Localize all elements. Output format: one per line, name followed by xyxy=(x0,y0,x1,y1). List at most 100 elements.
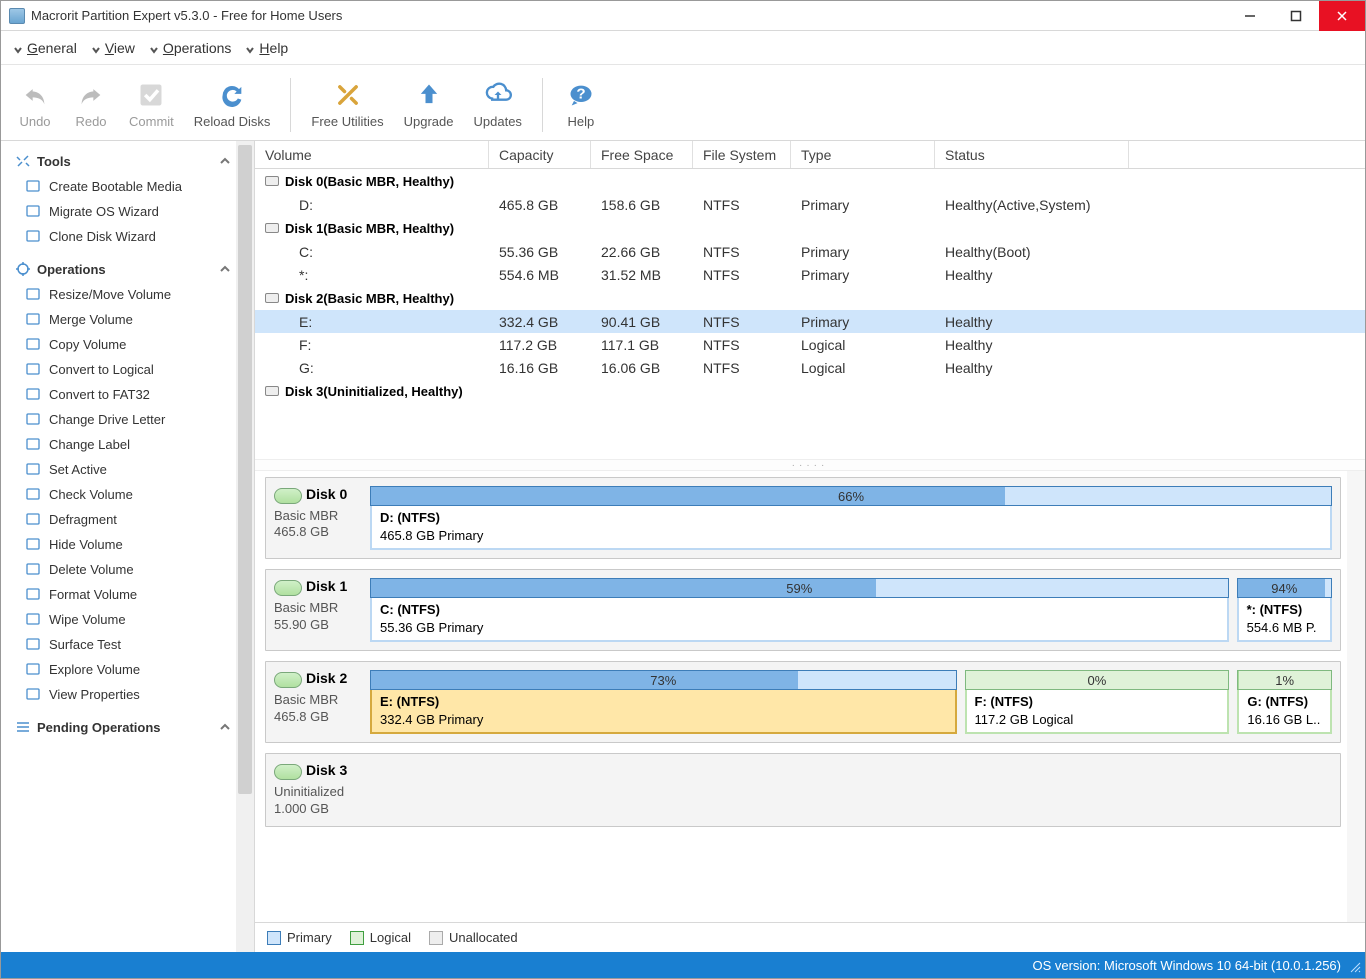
legend-unallocated: Unallocated xyxy=(429,930,518,946)
ops-item[interactable]: Surface Test xyxy=(23,633,248,655)
menu-general[interactable]: General xyxy=(7,36,83,60)
menu-operations[interactable]: Operations xyxy=(143,36,237,60)
item-icon xyxy=(25,536,41,552)
ops-item[interactable]: Explore Volume xyxy=(23,658,248,680)
ops-item[interactable]: Resize/Move Volume xyxy=(23,283,248,305)
partition-pct: 59% xyxy=(786,581,812,596)
disk-header-row[interactable]: Disk 0(Basic MBR, Healthy) xyxy=(255,169,1365,193)
item-label: Surface Test xyxy=(49,637,121,652)
partition[interactable]: ⚑66%D: (NTFS)465.8 GB Primary xyxy=(370,486,1332,550)
ops-item[interactable]: Hide Volume xyxy=(23,533,248,555)
ops-item[interactable]: Defragment xyxy=(23,508,248,530)
ops-item[interactable]: Copy Volume xyxy=(23,333,248,355)
tools-title: Tools xyxy=(37,154,71,169)
toolbar-label: Updates xyxy=(474,114,522,129)
col-type[interactable]: Type xyxy=(791,141,935,168)
splitter[interactable]: ····· xyxy=(255,459,1365,471)
disk-name: Disk 3 xyxy=(306,762,347,778)
item-label: Copy Volume xyxy=(49,337,126,352)
ops-item[interactable]: Change Drive Letter xyxy=(23,408,248,430)
disk-header-row[interactable]: Disk 2(Basic MBR, Healthy) xyxy=(255,286,1365,310)
operations-header[interactable]: Operations xyxy=(15,255,248,283)
cell-free: 117.1 GB xyxy=(591,337,693,353)
operations-icon xyxy=(15,261,31,277)
item-icon xyxy=(25,636,41,652)
cell-free: 158.6 GB xyxy=(591,197,693,213)
partition[interactable]: 94%*: (NTFS)554.6 MB P. xyxy=(1237,578,1332,642)
disk-icon xyxy=(274,764,302,780)
item-label: Clone Disk Wizard xyxy=(49,229,156,244)
partition-usage-bar: 94% xyxy=(1237,578,1332,598)
col-status[interactable]: Status xyxy=(935,141,1129,168)
cell-type: Primary xyxy=(791,267,935,283)
minimize-button[interactable] xyxy=(1227,1,1273,31)
disk-header-label: Disk 0(Basic MBR, Healthy) xyxy=(285,174,454,189)
item-icon xyxy=(25,611,41,627)
disk-sub: Basic MBR465.8 GB xyxy=(274,508,360,542)
toolbar-updates[interactable]: Updates xyxy=(464,76,532,133)
tools-header[interactable]: Tools xyxy=(15,147,248,175)
disk-name: Disk 1 xyxy=(306,578,347,594)
ops-item[interactable]: Delete Volume xyxy=(23,558,248,580)
toolbar-freeutil[interactable]: Free Utilities xyxy=(301,76,393,133)
item-label: Explore Volume xyxy=(49,662,140,677)
ops-item[interactable]: Format Volume xyxy=(23,583,248,605)
partition-pct: 0% xyxy=(1088,673,1107,688)
partition-container: ⚑66%D: (NTFS)465.8 GB Primary xyxy=(370,486,1332,550)
volume-row[interactable]: *:554.6 MB31.52 MBNTFSPrimaryHealthy xyxy=(255,263,1365,286)
ops-item[interactable]: View Properties xyxy=(23,683,248,705)
pending-header[interactable]: Pending Operations xyxy=(15,713,248,741)
cell-free: 90.41 GB xyxy=(591,314,693,330)
ops-item[interactable]: Convert to Logical xyxy=(23,358,248,380)
resize-grip-icon[interactable] xyxy=(1347,959,1361,976)
disk-card: Disk 2Basic MBR465.8 GB73%E: (NTFS)332.4… xyxy=(265,661,1341,743)
disk-card: Disk 3Uninitialized1.000 GB xyxy=(265,753,1341,826)
cell-capacity: 117.2 GB xyxy=(489,337,591,353)
section-tools: Tools Create Bootable Media Migrate OS Wi… xyxy=(15,147,248,247)
toolbar-reload[interactable]: Reload Disks xyxy=(184,76,281,133)
col-free-space[interactable]: Free Space xyxy=(591,141,693,168)
partition[interactable]: 73%E: (NTFS)332.4 GB Primary xyxy=(370,670,957,734)
item-icon xyxy=(25,228,41,244)
partition-container: 73%E: (NTFS)332.4 GB Primary0%F: (NTFS)1… xyxy=(370,670,1332,734)
disk-header-row[interactable]: Disk 3(Uninitialized, Healthy) xyxy=(255,379,1365,403)
col-capacity[interactable]: Capacity xyxy=(489,141,591,168)
toolbar-help[interactable]: ?Help xyxy=(553,76,609,133)
ops-item[interactable]: Wipe Volume xyxy=(23,608,248,630)
cell-status: Healthy xyxy=(935,337,1129,353)
disk-header-row[interactable]: Disk 1(Basic MBR, Healthy) xyxy=(255,216,1365,240)
volume-row[interactable]: F:117.2 GB117.1 GBNTFSLogicalHealthy xyxy=(255,333,1365,356)
cell-volume: D: xyxy=(255,197,489,213)
toolbar-upgrade[interactable]: Upgrade xyxy=(394,76,464,133)
col-volume[interactable]: Volume xyxy=(255,141,489,168)
partition[interactable]: 59%C: (NTFS)55.36 GB Primary xyxy=(370,578,1229,642)
maximize-button[interactable] xyxy=(1273,1,1319,31)
volume-row[interactable]: G:16.16 GB16.06 GBNTFSLogicalHealthy xyxy=(255,356,1365,379)
tools-item[interactable]: Clone Disk Wizard xyxy=(23,225,248,247)
ops-item[interactable]: Change Label xyxy=(23,433,248,455)
menu-help[interactable]: Help xyxy=(239,36,294,60)
partition[interactable]: 1%G: (NTFS)16.16 GB L.. xyxy=(1237,670,1332,734)
ops-item[interactable]: Check Volume xyxy=(23,483,248,505)
ops-item[interactable]: Convert to FAT32 xyxy=(23,383,248,405)
ops-item[interactable]: Merge Volume xyxy=(23,308,248,330)
partition[interactable]: 0%F: (NTFS)117.2 GB Logical xyxy=(965,670,1230,734)
section-pending: Pending Operations xyxy=(15,713,248,741)
map-scrollbar[interactable] xyxy=(1347,471,1365,922)
volume-row[interactable]: C:55.36 GB22.66 GBNTFSPrimaryHealthy(Boo… xyxy=(255,240,1365,263)
item-label: View Properties xyxy=(49,687,140,702)
cell-status: Healthy(Active,System) xyxy=(935,197,1129,213)
ops-item[interactable]: Set Active xyxy=(23,458,248,480)
item-icon xyxy=(25,511,41,527)
chevron-down-icon xyxy=(245,43,255,53)
col-file-system[interactable]: File System xyxy=(693,141,791,168)
menu-view[interactable]: View xyxy=(85,36,141,60)
volume-row[interactable]: E:332.4 GB90.41 GBNTFSPrimaryHealthy xyxy=(255,310,1365,333)
sidebar-scrollbar[interactable] xyxy=(236,141,254,952)
toolbar-undo: Undo xyxy=(7,76,63,133)
freeutil-icon xyxy=(333,80,363,110)
close-button[interactable] xyxy=(1319,1,1365,31)
volume-row[interactable]: D:465.8 GB158.6 GBNTFSPrimaryHealthy(Act… xyxy=(255,193,1365,216)
tools-item[interactable]: Create Bootable Media xyxy=(23,175,248,197)
tools-item[interactable]: Migrate OS Wizard xyxy=(23,200,248,222)
